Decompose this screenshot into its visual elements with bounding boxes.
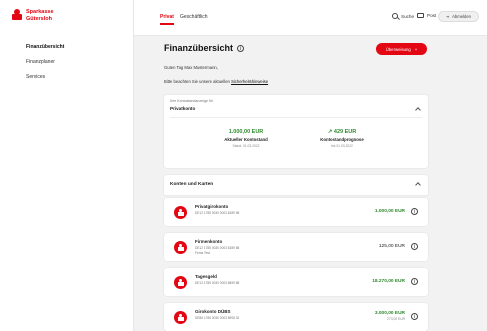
page-title: Finanzübersicht i (164, 43, 245, 53)
logout-icon: ⇥ (445, 14, 450, 19)
account-name: Tagesgeld (195, 274, 217, 279)
current-balance-amount: 1.000,00 EUR (228, 129, 264, 135)
search-button[interactable]: Suche (392, 13, 414, 19)
app-window: Sparkasse Gütersloh Finanzübersicht Fina… (0, 0, 487, 331)
sparkasse-logo[interactable]: Sparkasse Gütersloh (12, 9, 54, 22)
search-label: Suche (401, 13, 415, 19)
account-name: Privatgirokonto (195, 204, 229, 209)
balance-forecast-date: bis 31.03.2022 (331, 144, 353, 148)
mail-button[interactable]: Post (417, 13, 436, 18)
accounts-section-title: Konten und Karten (170, 182, 214, 187)
sidebar-item-finanzplaner[interactable]: Finanzplaner (26, 59, 64, 65)
hint-text: Bitte beachten Sie unsere aktuellen (164, 79, 230, 84)
chevron-up-icon[interactable] (415, 107, 421, 113)
info-icon[interactable]: i (411, 278, 418, 285)
transfer-button[interactable]: Überweisung + (376, 43, 427, 55)
tab-privat[interactable]: Privat (160, 14, 174, 25)
account-row[interactable]: Girokonto DÜBS DE86 1785 0030 0003 8908 … (164, 303, 428, 331)
tab-geschaeftlich[interactable]: Geschäftlich (180, 14, 208, 20)
accounts-section-header[interactable]: Konten und Karten (164, 175, 428, 195)
current-balance: 1.000,00 EUR Aktueller Kontostand Stand:… (201, 129, 291, 148)
account-sub-balance: 273,00 EUR (387, 317, 405, 321)
account-select-label: Ihre Kontostandanzeige für (170, 99, 214, 103)
balance-forecast[interactable]: ↗ 429 EUR Kontostandprognose bis 31.03.2… (297, 129, 387, 148)
account-row[interactable]: Privatgirokonto DE12 1785 0030 0003 6289… (164, 198, 428, 226)
security-hint: Bitte beachten Sie unsere aktuellen Sich… (164, 79, 268, 84)
sidebar-item-services[interactable]: Services (26, 74, 64, 80)
account-row[interactable]: Firmenkonto DE12 1785 0030 0003 6289 88 … (164, 233, 428, 261)
sidebar-nav: Finanzübersicht Finanzplaner Services (26, 44, 64, 89)
info-icon[interactable]: i (411, 208, 418, 215)
chevron-up-icon[interactable] (415, 182, 421, 188)
account-balance: 18.270,00 EUR (372, 279, 405, 284)
sidebar-item-finanzuebersicht[interactable]: Finanzübersicht (26, 44, 64, 50)
account-iban: DE86 1785 0030 0003 8908 32 (195, 316, 240, 320)
account-name: Firmenkonto (195, 239, 223, 244)
account-note: Firma Test (195, 251, 210, 255)
current-balance-date: Stand: 01.03.2022 (232, 144, 260, 148)
sparkasse-logo-icon (174, 311, 187, 324)
account-iban: DE12 1785 0030 0003 6289 88 (195, 246, 240, 250)
account-select[interactable]: Privatkonto (170, 106, 195, 111)
account-row[interactable]: Tagesgeld DE12 1785 0030 0003 6899 88 18… (164, 268, 428, 296)
sparkasse-logo-icon (12, 9, 22, 21)
info-icon[interactable]: i (411, 313, 418, 320)
sparkasse-logo-icon (174, 206, 187, 219)
logout-label: Abmelden (452, 14, 471, 19)
mail-icon (417, 13, 424, 18)
balance-forecast-title: Kontostandprognose (320, 137, 364, 142)
balance-forecast-amount: ↗ 429 EUR (327, 129, 357, 135)
balance-card: Ihre Kontostandanzeige für Privatkonto 1… (164, 95, 428, 168)
brand-line-1: Sparkasse (26, 9, 54, 15)
sparkasse-logo-icon (174, 276, 187, 289)
info-icon[interactable]: i (411, 243, 418, 250)
info-icon[interactable]: i (237, 44, 245, 52)
account-iban: DE12 1785 0030 0003 6899 88 (195, 281, 240, 285)
logout-button[interactable]: ⇥ Abmelden (437, 11, 479, 22)
plus-icon: + (414, 46, 418, 52)
main-content: Finanzübersicht i Überweisung + Guten Ta… (134, 36, 487, 331)
sidebar: Sparkasse Gütersloh Finanzübersicht Fina… (0, 0, 134, 331)
top-bar: Privat Geschäftlich Suche Post ⇥ Abmelde… (134, 0, 487, 36)
greeting: Guten Tag Max Mustermann, (164, 65, 218, 70)
account-balance: 125,00 EUR (378, 244, 405, 249)
sparkasse-logo-icon (174, 241, 187, 254)
current-balance-title: Aktueller Kontostand (224, 137, 268, 142)
account-iban: DE12 1785 0030 0003 6289 98 (195, 211, 240, 215)
account-name: Girokonto DÜBS (195, 309, 231, 314)
transfer-label: Überweisung (385, 46, 411, 52)
mail-label: Post (427, 13, 437, 18)
page-title-text: Finanzübersicht (164, 43, 234, 53)
account-balance: 3.000,00 EUR (374, 311, 405, 316)
search-icon (392, 13, 398, 19)
account-balance: 1.000,00 EUR (374, 209, 405, 214)
brand-line-2: Gütersloh (26, 15, 52, 22)
security-hint-link[interactable]: Sicherheitshinweise (231, 79, 268, 84)
divider (170, 117, 422, 118)
